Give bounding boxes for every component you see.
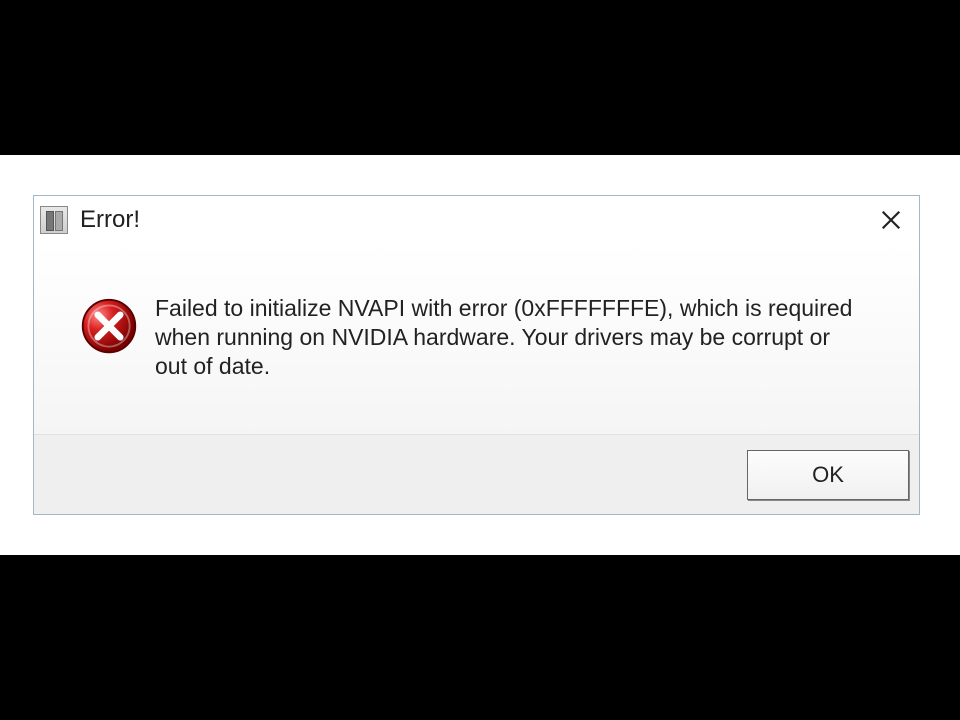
screen-backdrop: Error! [0, 0, 960, 720]
dialog-content: Failed to initialize NVAPI with error (0… [34, 244, 919, 434]
error-x-icon [79, 296, 139, 356]
close-button[interactable] [869, 198, 913, 242]
ok-button[interactable]: OK [747, 450, 909, 500]
dialog-title: Error! [80, 206, 869, 234]
titlebar[interactable]: Error! [34, 196, 919, 244]
ok-button-label: OK [812, 462, 844, 488]
close-icon [880, 209, 902, 231]
app-icon [40, 206, 68, 234]
error-dialog: Error! [33, 195, 920, 515]
dialog-buttons: OK [34, 434, 919, 514]
error-message: Failed to initialize NVAPI with error (0… [155, 294, 855, 380]
